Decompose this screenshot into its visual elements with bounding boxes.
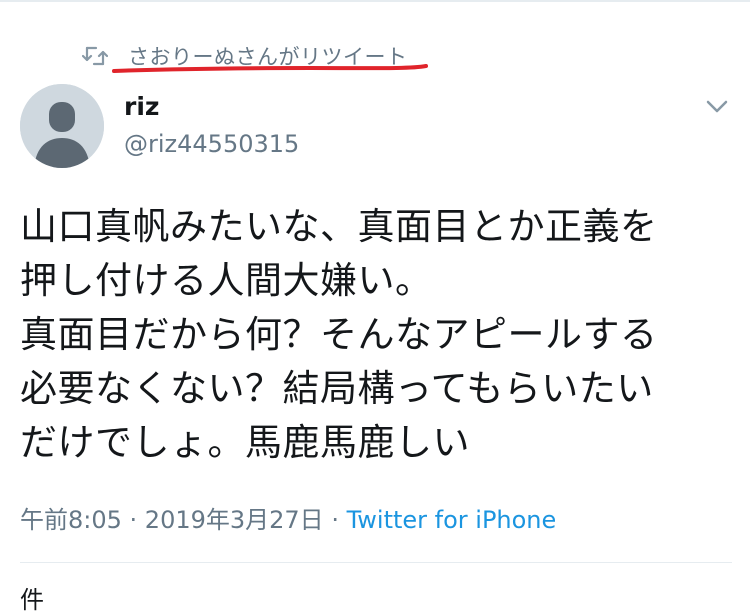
stats-divider <box>20 562 732 563</box>
tweet-source-link[interactable]: Twitter for iPhone <box>347 506 557 534</box>
default-avatar-icon <box>20 84 104 168</box>
tweet-time[interactable]: 午前8:05 <box>20 506 122 534</box>
tweet-meta: 午前8:05 · 2019年3月27日 · Twitter for iPhone <box>20 500 556 535</box>
top-divider <box>0 0 750 2</box>
tweet-date[interactable]: 2019年3月27日 <box>145 506 324 534</box>
author-handle[interactable]: @riz44550315 <box>124 130 299 158</box>
tweet-line: 山口真帆みたいな、真面目とか正義を <box>20 205 658 248</box>
tweet-line: だけでしょ。馬鹿馬鹿しい <box>20 421 470 464</box>
retweet-icon <box>82 45 108 67</box>
tweet-line: 押し付ける人間大嫌い。 <box>20 259 433 302</box>
tweet-stats-partial[interactable]: 件 <box>20 580 44 615</box>
tweet-line: 真面目だから何？そんなアピールする <box>20 313 658 356</box>
meta-separator: · <box>323 506 347 534</box>
avatar[interactable] <box>20 84 104 168</box>
author-name[interactable]: riz <box>124 92 159 121</box>
tweet-line: 必要なくない？結局構ってもらいたい <box>20 367 654 410</box>
chevron-down-icon[interactable] <box>703 94 731 118</box>
tweet-text: 山口真帆みたいな、真面目とか正義を 押し付ける人間大嫌い。 真面目だから何？そん… <box>20 200 735 470</box>
red-annotation-underline <box>112 64 428 73</box>
meta-separator: · <box>121 506 145 534</box>
